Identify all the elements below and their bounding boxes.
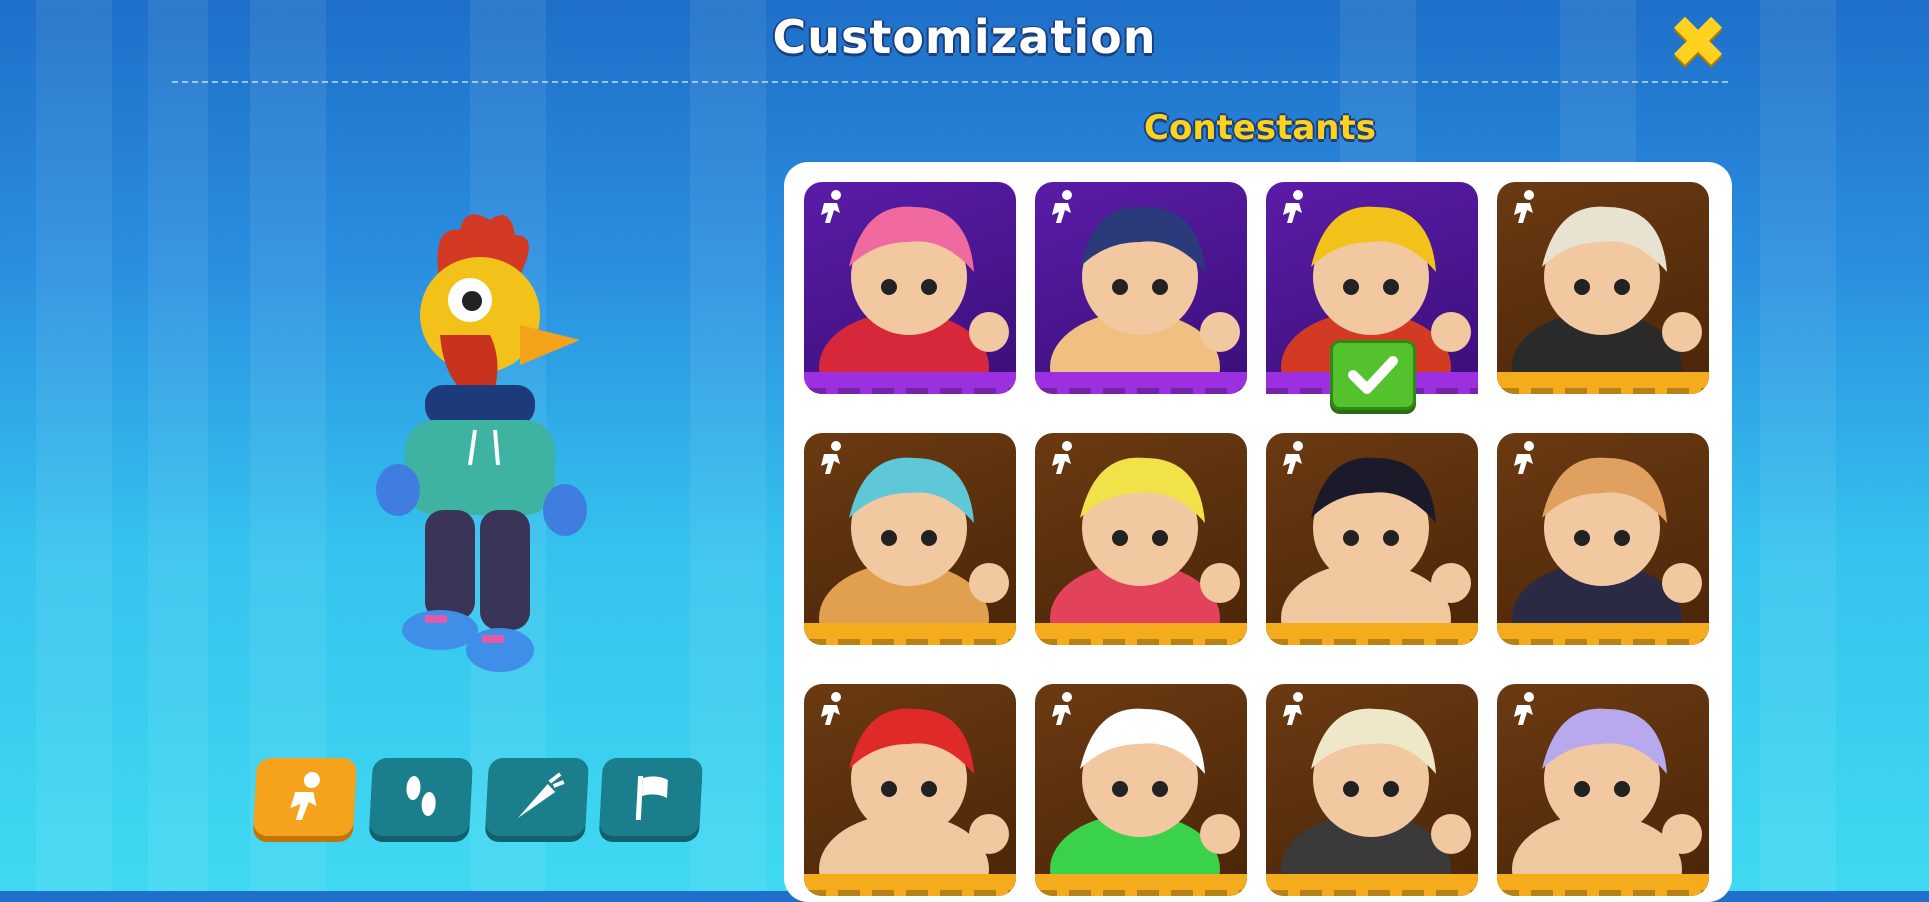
runner-icon (1514, 441, 1534, 474)
close-button[interactable]: ✖ (1666, 6, 1730, 78)
runner-icon (1052, 190, 1072, 223)
close-x-icon: ✖ (1667, 0, 1729, 84)
rarity-bar (1497, 372, 1709, 394)
contestant-card-red-hair-fighter[interactable] (804, 684, 1016, 896)
flag-icon (635, 776, 668, 820)
runner-icon (821, 441, 841, 474)
contestant-card-sugar-cube[interactable] (1035, 433, 1247, 645)
contestant-card-judge[interactable] (1497, 182, 1709, 394)
tab-trails[interactable] (484, 758, 590, 836)
tab-flags[interactable] (598, 758, 704, 836)
rarity-bar (1266, 874, 1478, 896)
tab-contestants[interactable] (252, 758, 358, 836)
rarity-bar (1035, 623, 1247, 645)
carrot-icon (517, 772, 565, 818)
runner-icon (821, 692, 841, 725)
runner-icon (821, 190, 841, 223)
character-preview[interactable] (370, 205, 610, 695)
contestant-card-hot-dog[interactable] (1497, 433, 1709, 645)
section-title: Contestants (1144, 108, 1376, 148)
contestant-card-pilot[interactable] (1035, 182, 1247, 394)
rarity-bar (1035, 874, 1247, 896)
contestant-card-headphones-girl[interactable] (804, 182, 1016, 394)
contestants-panel (784, 162, 1732, 902)
header-divider (172, 81, 1728, 83)
rarity-bar (1035, 372, 1247, 394)
runner-icon (1052, 692, 1072, 725)
footprints-icon (406, 776, 436, 816)
runner-icon (1283, 692, 1303, 725)
contestant-card-clown[interactable] (1035, 684, 1247, 896)
runner-icon (1514, 190, 1534, 223)
runner-icon (1514, 692, 1534, 725)
runner-icon (290, 772, 320, 820)
page-title: Customization (772, 10, 1157, 64)
tab-emotes[interactable] (368, 758, 474, 836)
contestant-card-pirate-girl[interactable] (804, 433, 1016, 645)
contestant-card-rooster[interactable] (1266, 182, 1478, 410)
contestant-card-sumo[interactable] (1266, 433, 1478, 645)
rarity-bar (804, 623, 1016, 645)
selected-check-icon (1330, 340, 1416, 410)
runner-icon (1283, 190, 1303, 223)
contestant-card-unicorn[interactable] (1497, 684, 1709, 896)
rarity-bar (804, 874, 1016, 896)
rarity-bar (1266, 623, 1478, 645)
runner-icon (1283, 441, 1303, 474)
rarity-bar (1497, 874, 1709, 896)
runner-icon (1052, 441, 1072, 474)
rarity-bar (804, 372, 1016, 394)
rarity-bar (1497, 623, 1709, 645)
contestant-card-skeleton[interactable] (1266, 684, 1478, 896)
